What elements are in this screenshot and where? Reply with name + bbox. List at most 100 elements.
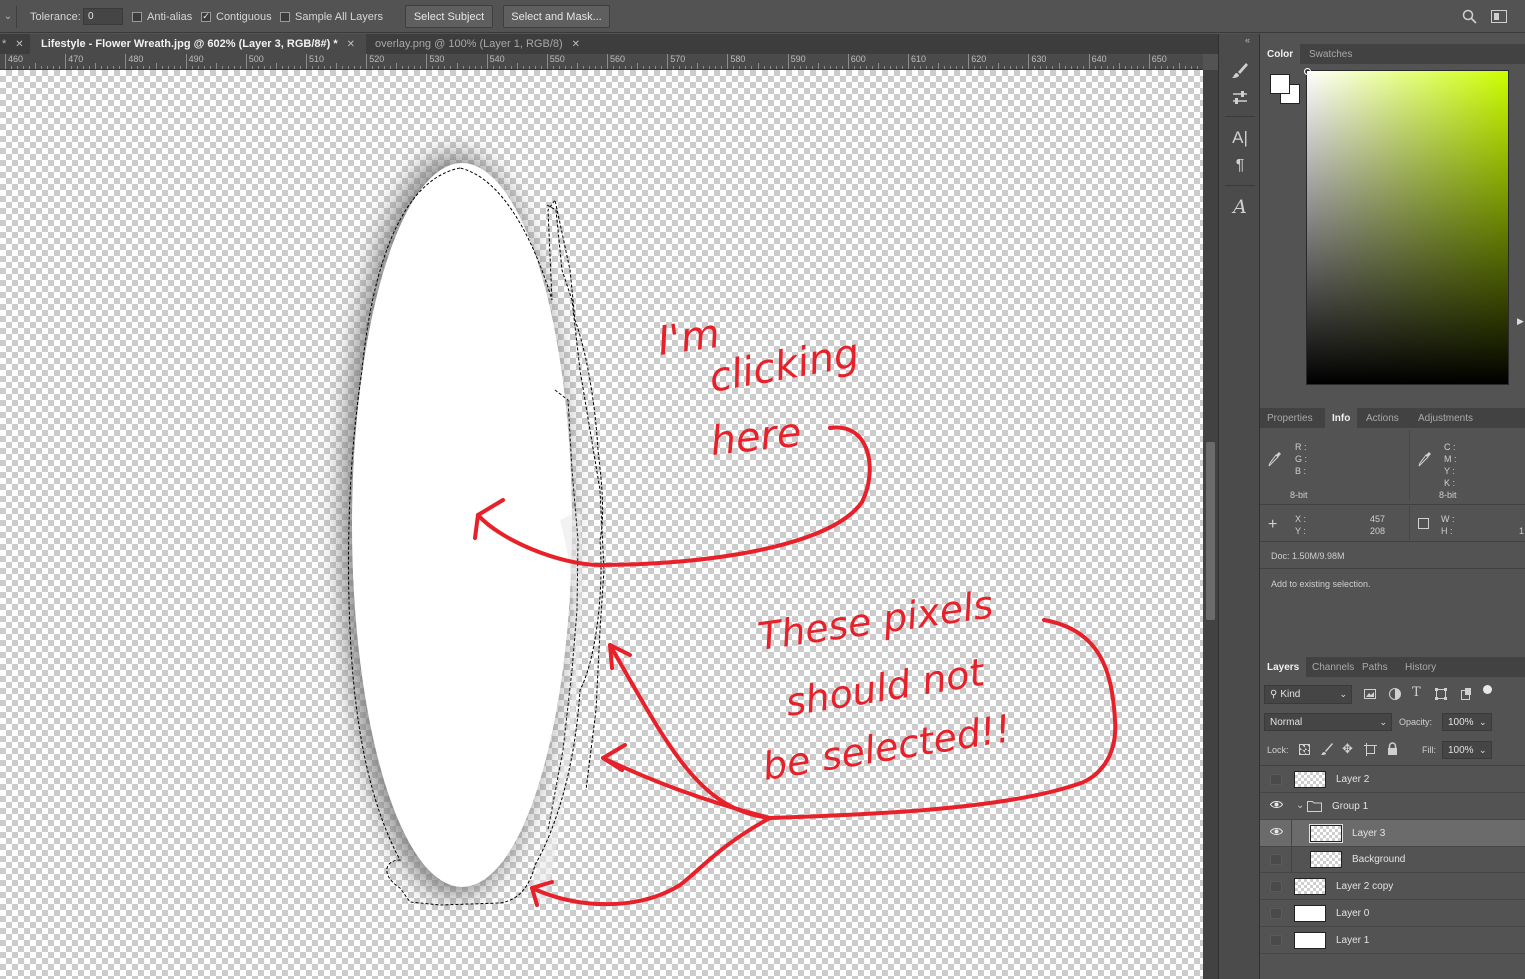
tolerance-label: Tolerance: [30, 10, 81, 23]
chevron-down-icon[interactable]: ⌄ [1296, 800, 1304, 811]
collapse-icon[interactable]: « [1245, 35, 1250, 45]
eye-icon[interactable] [1269, 827, 1284, 838]
layer-row[interactable]: Layer 0 [1260, 900, 1525, 927]
visibility-toggle[interactable] [1270, 774, 1282, 785]
annotation-clicking: clicking [706, 330, 863, 402]
fill-dropdown[interactable]: ⌄ [1476, 741, 1492, 759]
layer-name: Group 1 [1332, 800, 1369, 812]
layer-name: Layer 2 copy [1336, 881, 1394, 893]
layer-thumbnail [1294, 771, 1326, 788]
hue-slider-arrow-icon[interactable]: ▶ [1517, 316, 1524, 327]
ruler-minor-tick [251, 66, 253, 69]
filter-smart-object-icon[interactable] [1459, 687, 1473, 701]
select-subject-button[interactable]: Select Subject [405, 5, 493, 28]
info-g-label: G : [1295, 454, 1308, 464]
glyphs-icon[interactable]: A [1228, 195, 1252, 219]
ruler-minor-tick [992, 66, 994, 69]
tab-properties[interactable]: Properties [1260, 408, 1320, 428]
tab-swatches[interactable]: Swatches [1302, 44, 1359, 64]
search-icon: ⚲ [1270, 689, 1278, 700]
workspace-icon[interactable] [1490, 0, 1508, 33]
filter-adjustment-icon[interactable] [1388, 687, 1402, 701]
tab-color[interactable]: Color [1260, 44, 1301, 64]
layer-row[interactable]: Layer 3 [1260, 819, 1525, 847]
filter-pixel-icon[interactable] [1363, 687, 1377, 701]
vertical-scrollbar[interactable] [1203, 70, 1218, 979]
ruler-minor-tick [143, 66, 145, 69]
ruler-minor-tick [390, 66, 392, 69]
tool-preset-dropdown[interactable]: ⌄ [0, 0, 16, 33]
tab-overlay[interactable]: overlay.png @ 100% (Layer 1, RGB/8) ✕ [366, 34, 596, 54]
paragraph-icon[interactable]: ¶ [1228, 154, 1252, 178]
ruler-minor-tick [462, 66, 464, 69]
ruler-tick-label: 500 [245, 54, 264, 69]
ruler-minor-tick [179, 66, 181, 69]
tolerance-input[interactable]: 0 [83, 8, 123, 25]
ruler-minor-tick [492, 66, 494, 69]
visibility-toggle[interactable] [1270, 881, 1282, 893]
foreground-color-swatch[interactable] [1270, 74, 1290, 94]
lock-position-icon[interactable]: ✥ [1342, 741, 1353, 757]
overflow-tab[interactable]: * ✕ [0, 34, 30, 54]
close-icon[interactable]: ✕ [347, 39, 355, 50]
lock-artboard-icon[interactable] [1364, 743, 1377, 759]
tab-actions[interactable]: Actions [1359, 408, 1406, 428]
checkbox-icon [132, 11, 142, 22]
document-canvas[interactable]: I'm clicking here These pixels should no… [0, 70, 1203, 979]
layer-row[interactable]: Layer 2 [1260, 766, 1525, 793]
ruler-minor-tick [474, 66, 476, 69]
ruler-minor-tick [191, 66, 193, 69]
ruler-minor-tick [1070, 66, 1072, 69]
filter-shape-icon[interactable] [1434, 687, 1448, 701]
anti-alias-checkbox[interactable]: Anti-alias [132, 0, 192, 33]
color-picker-cursor[interactable] [1304, 68, 1311, 75]
close-icon[interactable]: ✕ [572, 39, 580, 50]
layer-row[interactable]: Background [1260, 846, 1525, 874]
filter-toggle-icon[interactable] [1483, 685, 1492, 694]
select-and-mask-button[interactable]: Select and Mask... [503, 5, 610, 28]
tab-paths[interactable]: Paths [1355, 657, 1395, 677]
visibility-toggle[interactable] [1270, 934, 1282, 946]
sample-all-layers-checkbox[interactable]: Sample All Layers [280, 0, 383, 33]
filter-type-icon[interactable]: T [1412, 685, 1421, 700]
ruler-minor-tick [703, 66, 705, 69]
lock-transparent-icon[interactable] [1299, 744, 1310, 755]
visibility-toggle[interactable] [1270, 854, 1282, 866]
ruler-tick-label: 650 [1148, 54, 1167, 69]
ruler-minor-tick [1118, 63, 1120, 69]
layer-filter-dropdown[interactable]: ⚲ Kind ⌄ [1264, 685, 1352, 704]
ruler-minor-tick [263, 66, 265, 69]
color-picker-field[interactable] [1306, 70, 1509, 385]
layer-row[interactable]: Layer 1 [1260, 927, 1525, 954]
lock-pixels-brush-icon[interactable] [1320, 742, 1334, 759]
brush-icon[interactable] [1228, 58, 1252, 82]
tab-layers[interactable]: Layers [1260, 657, 1307, 677]
tab-history[interactable]: History [1398, 657, 1443, 677]
ruler-minor-tick [336, 63, 338, 69]
horizontal-ruler: 460 470 480 490 500 510 520 530 540 550 560 570 580 5… [0, 54, 1203, 70]
visibility-toggle[interactable] [1270, 908, 1282, 919]
close-icon[interactable]: ✕ [15, 39, 23, 50]
character-icon[interactable]: A| [1228, 126, 1252, 150]
tab-channels[interactable]: Channels [1305, 657, 1361, 677]
ruler-minor-tick [107, 66, 109, 69]
tab-flower-wreath[interactable]: Lifestyle - Flower Wreath.jpg @ 602% (La… [30, 34, 366, 54]
ruler-minor-tick [865, 66, 867, 69]
lock-all-icon[interactable] [1387, 742, 1398, 758]
opacity-dropdown[interactable]: ⌄ [1476, 713, 1492, 731]
search-icon[interactable] [1460, 0, 1478, 33]
layer-thumbnail [1294, 878, 1326, 896]
contiguous-checkbox[interactable]: ✓ Contiguous [201, 0, 272, 33]
brush-settings-icon[interactable] [1228, 86, 1252, 110]
layer-row[interactable]: Layer 2 copy [1260, 873, 1525, 901]
tab-info[interactable]: Info [1325, 408, 1358, 428]
tab-adjustments[interactable]: Adjustments [1411, 408, 1480, 428]
layer-name: Layer 0 [1336, 908, 1370, 919]
ruler-minor-tick [745, 66, 747, 69]
ruler-minor-tick [203, 66, 205, 69]
scrollbar-thumb[interactable] [1206, 442, 1215, 620]
ruler-minor-tick [1004, 66, 1006, 69]
eye-icon[interactable] [1269, 800, 1284, 811]
layer-row[interactable]: ⌄ Group 1 [1260, 793, 1525, 820]
blend-mode-dropdown[interactable]: Normal ⌄ [1264, 713, 1392, 731]
